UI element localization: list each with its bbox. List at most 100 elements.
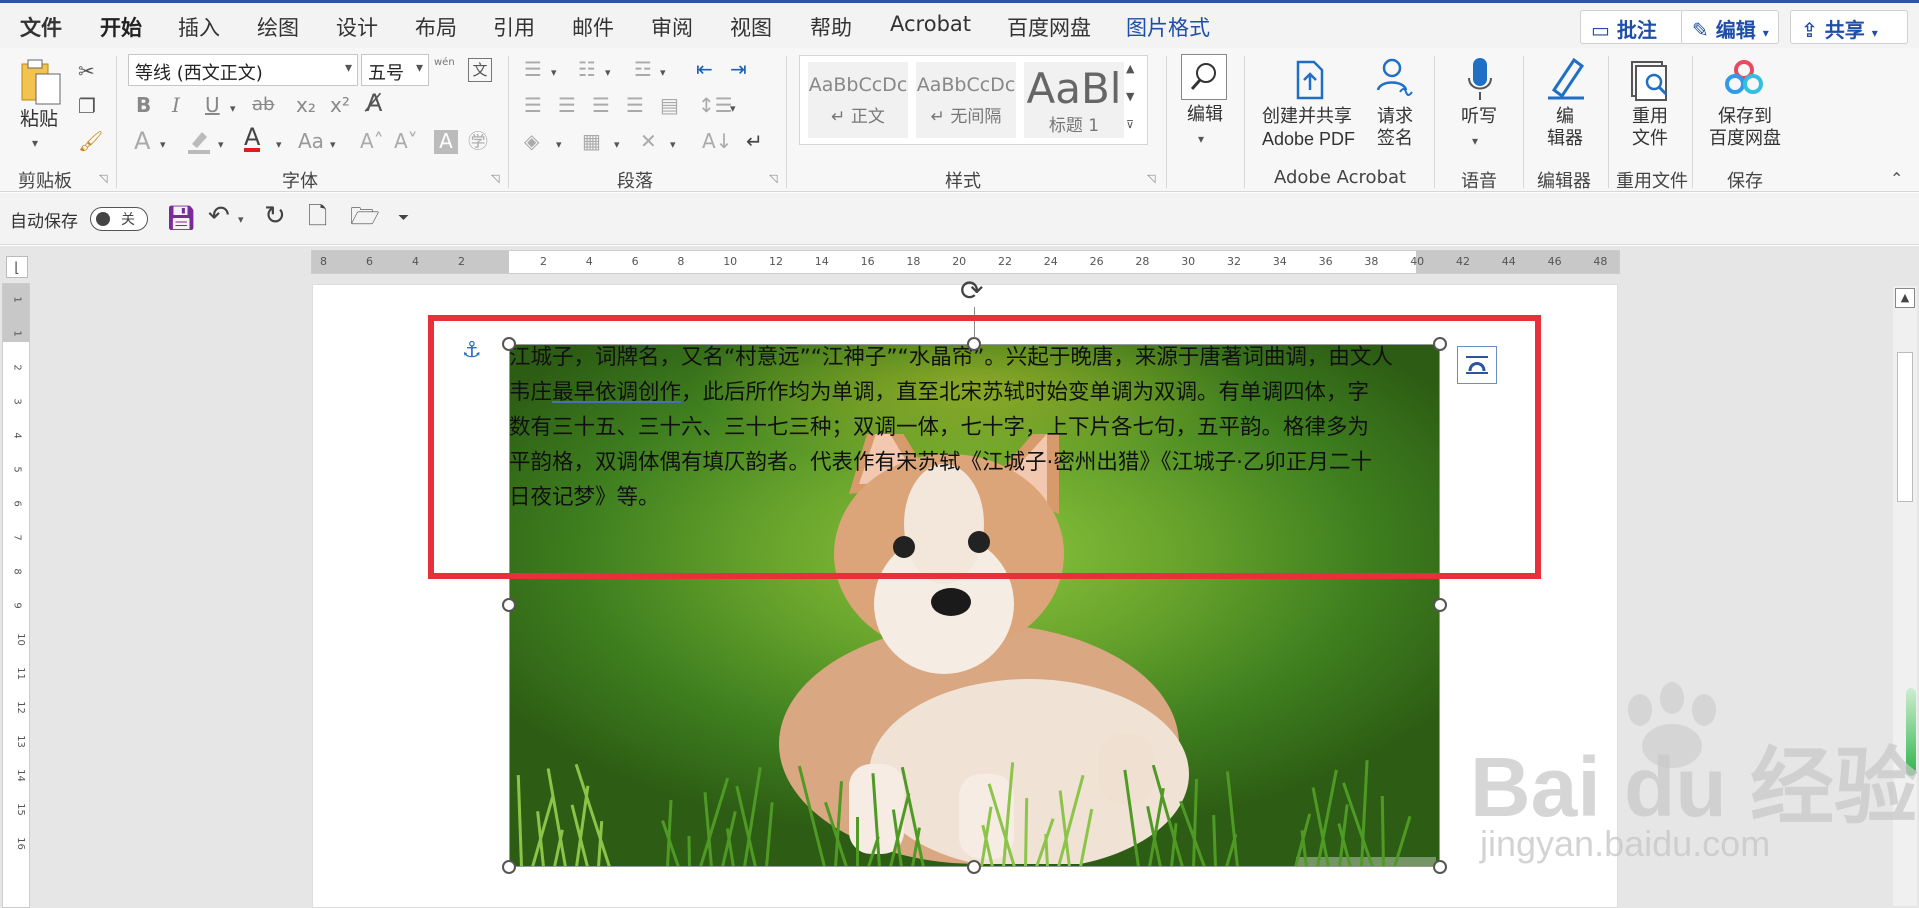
align-left-icon[interactable]: ☰ <box>524 94 542 116</box>
paste-icon[interactable] <box>18 58 64 106</box>
chevron-down-icon[interactable]: ▾ <box>614 134 620 156</box>
bold-button[interactable]: B <box>136 94 151 116</box>
tab-mailings[interactable]: 邮件 <box>572 12 614 42</box>
superscript-button[interactable]: x² <box>330 94 350 116</box>
bullets-icon[interactable]: ☰ <box>524 58 542 80</box>
show-marks-icon[interactable]: ↵ <box>746 130 763 152</box>
justify-icon[interactable]: ☰ <box>626 94 644 116</box>
chevron-down-icon[interactable]: ▾ <box>556 134 562 156</box>
dialog-launcher-icon[interactable]: ◹ <box>1147 172 1155 185</box>
decrease-indent-icon[interactable]: ⇤ <box>696 58 713 80</box>
character-shading-icon[interactable]: A <box>434 130 458 154</box>
editor-pen-icon[interactable] <box>1544 54 1590 102</box>
increase-indent-icon[interactable]: ⇥ <box>730 58 747 80</box>
rotate-handle-icon[interactable]: ⟳ <box>960 277 983 305</box>
tab-insert[interactable]: 插入 <box>178 12 220 42</box>
reuse-files-icon[interactable] <box>1628 58 1674 102</box>
share-button[interactable]: ⇪ 共享 ▾ <box>1790 10 1908 44</box>
create-pdf-label-2[interactable]: Adobe PDF <box>1262 128 1355 150</box>
find-icon[interactable] <box>1181 54 1227 100</box>
autosave-toggle[interactable]: 关 <box>90 207 148 231</box>
chevron-down-icon[interactable]: ▾ <box>1472 130 1478 152</box>
editing-label[interactable]: 编辑 <box>1187 104 1223 126</box>
shading-icon[interactable]: ◈ <box>524 130 539 152</box>
gallery-more-icon[interactable]: ⊽ <box>1126 114 1134 136</box>
text-effects-icon[interactable]: A <box>134 129 150 153</box>
change-case-button[interactable]: Aa <box>298 130 324 152</box>
save-to-baidu-label-1[interactable]: 保存到 <box>1718 106 1772 128</box>
copy-icon[interactable]: ❐ <box>78 95 96 117</box>
chevron-down-icon[interactable]: ▾ <box>276 134 282 156</box>
align-right-icon[interactable]: ☰ <box>592 94 610 116</box>
scroll-thumb[interactable] <box>1897 352 1913 502</box>
open-folder-icon[interactable]: 🗁 <box>350 204 380 228</box>
editor-label-2[interactable]: 辑器 <box>1547 128 1583 150</box>
tab-design[interactable]: 设计 <box>336 12 378 42</box>
asian-layout-icon[interactable]: ✕ <box>640 130 657 152</box>
chevron-down-icon[interactable]: ▾ <box>218 134 224 156</box>
tab-layout[interactable]: 布局 <box>415 12 457 42</box>
chevron-down-icon[interactable]: ▾ <box>160 134 166 156</box>
editor-label-1[interactable]: 编 <box>1556 106 1574 128</box>
chevron-down-icon[interactable]: ▾ <box>1198 128 1204 150</box>
tab-review[interactable]: 审阅 <box>651 12 693 42</box>
request-signature-icon[interactable] <box>1372 56 1418 100</box>
chevron-down-icon[interactable]: ▾ <box>330 134 336 156</box>
numbering-icon[interactable]: ☷ <box>578 58 596 80</box>
format-painter-icon[interactable]: 🖌 <box>78 130 103 152</box>
font-color-icon[interactable]: A <box>244 125 261 152</box>
resize-handle[interactable] <box>502 598 516 612</box>
chevron-down-icon[interactable]: ▾ <box>551 62 557 84</box>
reuse-files-label-1[interactable]: 重用 <box>1632 106 1668 128</box>
borders-icon[interactable]: ▦ <box>582 130 601 152</box>
chevron-down-icon[interactable]: ▾ <box>660 62 666 84</box>
grow-font-icon[interactable]: A˄ <box>360 130 384 152</box>
horizontal-ruler[interactable]: 8642 2 4 6 8 10 12 14 16 18 20 22 24 26 28 30 32 34 36 38 4… <box>311 250 1620 274</box>
chevron-down-icon[interactable]: ▾ <box>32 132 38 154</box>
scroll-up-arrow-icon[interactable]: ▲ <box>1895 288 1915 308</box>
request-signature-label-1[interactable]: 请求 <box>1377 106 1413 128</box>
italic-button[interactable]: I <box>172 94 180 116</box>
dialog-launcher-icon[interactable]: ◹ <box>491 172 499 185</box>
chevron-down-icon[interactable]: ▾ <box>730 98 736 120</box>
strikethrough-button[interactable]: ab <box>252 94 274 116</box>
tab-picture-format[interactable]: 图片格式 <box>1126 12 1210 42</box>
sort-icon[interactable]: A↓ <box>702 130 732 152</box>
chevron-down-icon[interactable]: ▾ <box>670 134 676 156</box>
align-center-icon[interactable]: ☰ <box>558 94 576 116</box>
baidu-cloud-icon[interactable] <box>1722 58 1766 98</box>
tab-references[interactable]: 引用 <box>493 12 535 42</box>
character-border-icon[interactable]: 文 <box>468 58 492 82</box>
undo-icon[interactable]: ↶ <box>208 203 230 229</box>
resize-handle[interactable] <box>1433 598 1447 612</box>
chevron-down-icon[interactable]: ▾ <box>238 209 244 231</box>
save-icon[interactable]: 💾︎ <box>166 206 196 230</box>
font-size-select[interactable]: 五号 ▾ <box>361 54 429 86</box>
microphone-icon[interactable] <box>1466 56 1494 102</box>
request-signature-label-2[interactable]: 签名 <box>1377 128 1413 150</box>
style-normal[interactable]: AaBbCcDc ↵ 正文 <box>808 62 908 138</box>
tab-selector-icon[interactable]: ⌊ <box>6 256 28 278</box>
style-no-spacing[interactable]: AaBbCcDc ↵ 无间隔 <box>916 62 1016 138</box>
tab-draw[interactable]: 绘图 <box>257 12 299 42</box>
chevron-down-icon[interactable]: ▾ <box>230 98 236 120</box>
resize-handle[interactable] <box>1433 860 1447 874</box>
collapse-ribbon-icon[interactable]: ⌃ <box>1890 168 1903 190</box>
dialog-launcher-icon[interactable]: ◹ <box>769 172 777 185</box>
shrink-font-icon[interactable]: A˅ <box>394 130 418 152</box>
gallery-down-icon[interactable]: ▼ <box>1126 86 1134 108</box>
clear-formatting-icon[interactable]: A̸ <box>366 91 382 115</box>
tab-baidu-netdisk[interactable]: 百度网盘 <box>1007 12 1091 42</box>
tab-acrobat[interactable]: Acrobat <box>890 12 971 36</box>
dialog-launcher-icon[interactable]: ◹ <box>99 172 107 185</box>
font-name-select[interactable]: 等线 (西文正文) ▾ <box>128 54 358 86</box>
enclose-characters-icon[interactable]: ㊫ <box>468 130 488 152</box>
vertical-ruler[interactable]: 1 1 2 3 4 5 6 7 8 9 10 11 12 13 14 15 16 <box>2 283 30 908</box>
tab-view[interactable]: 视图 <box>730 12 772 42</box>
resize-handle[interactable] <box>967 860 981 874</box>
redo-icon[interactable]: ↻ <box>264 203 286 229</box>
tab-help[interactable]: 帮助 <box>810 12 852 42</box>
gallery-up-icon[interactable]: ▲ <box>1126 58 1134 80</box>
tab-home[interactable]: 开始 <box>100 12 142 51</box>
comment-button[interactable]: ▭ 批注 <box>1580 10 1684 44</box>
